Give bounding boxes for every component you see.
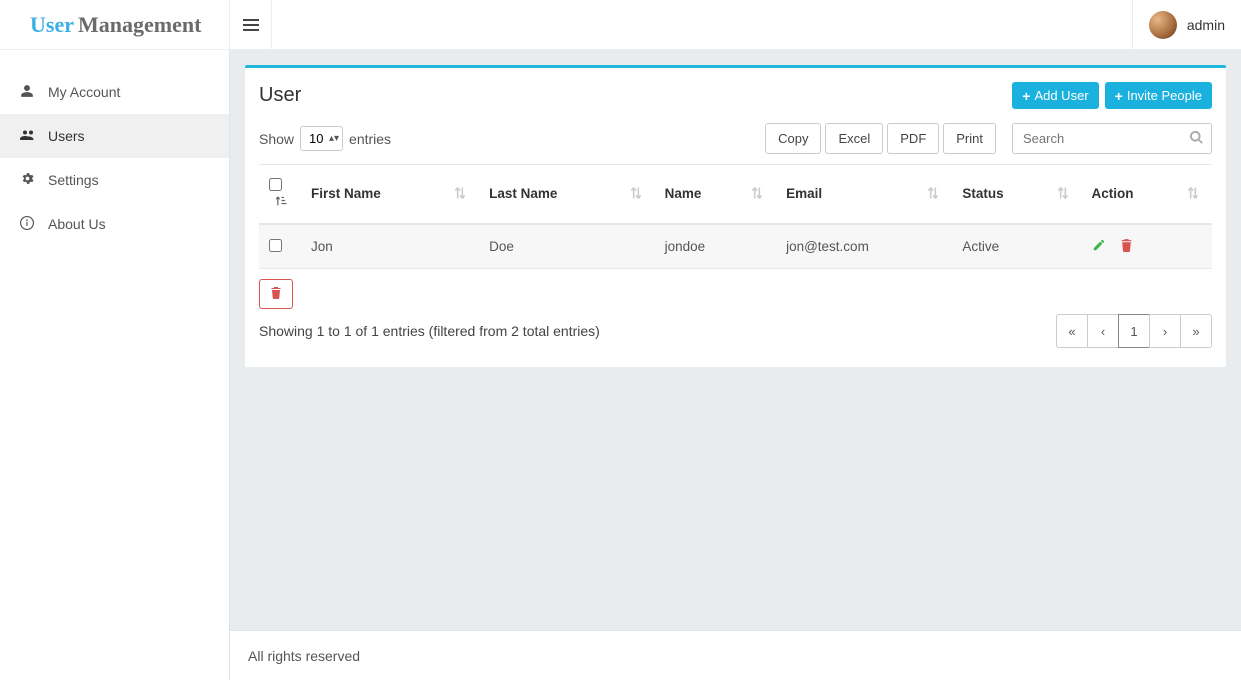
cell-username: jondoe [655,224,776,269]
top-header: User Management admin [0,0,1241,50]
user-menu[interactable]: admin [1132,0,1241,49]
plus-icon: + [1115,89,1123,103]
print-button[interactable]: Print [943,123,996,154]
add-user-label: Add User [1034,88,1088,103]
bulk-delete-button[interactable] [259,279,293,309]
username-label: admin [1187,17,1225,33]
page-number-button[interactable]: 1 [1118,314,1150,348]
table-toolbar: Show 10 ▴▾ entries Copy Excel PDF Print [245,123,1226,164]
cell-email: jon@test.com [776,224,952,269]
user-icon [20,84,42,101]
sidebar-item-label: Settings [48,172,99,188]
excel-button[interactable]: Excel [825,123,883,154]
search-input[interactable] [1012,123,1212,154]
page-first-button[interactable]: « [1056,314,1088,348]
sidebar-item-users[interactable]: Users [0,114,229,158]
copy-button[interactable]: Copy [765,123,821,154]
pdf-button[interactable]: PDF [887,123,939,154]
main-content: User + Add User + Invite People Show 10 [230,50,1241,630]
sidebar-item-settings[interactable]: Settings [0,158,229,202]
pagination: « ‹ 1 › » [1057,314,1212,348]
col-email: Email [776,165,952,225]
invite-people-label: Invite People [1127,88,1202,103]
table-row: Jon Doe jondoe jon@test.com Active [259,224,1212,269]
sort-icon[interactable] [928,186,938,203]
add-user-button[interactable]: + Add User [1012,82,1098,109]
page-prev-button[interactable]: ‹ [1087,314,1119,348]
trash-icon [270,287,282,302]
col-last-name: Last Name [479,165,655,225]
invite-people-button[interactable]: + Invite People [1105,82,1212,109]
plus-icon: + [1022,89,1030,103]
edit-icon[interactable] [1092,238,1106,255]
trash-icon[interactable] [1120,238,1133,255]
sidebar-item-label: About Us [48,216,106,232]
sidebar-item-label: Users [48,128,85,144]
sort-icon[interactable] [276,194,287,210]
hamburger-icon [243,19,259,31]
select-caret-icon: ▴▾ [329,136,339,142]
sort-icon[interactable] [1058,186,1068,203]
page-next-button[interactable]: › [1149,314,1181,348]
entries-label: entries [349,131,391,147]
header-spacer [272,0,1132,49]
table-info-text: Showing 1 to 1 of 1 entries (filtered fr… [259,309,614,353]
col-name: Name [655,165,776,225]
cell-first-name: Jon [301,224,479,269]
sidebar: My Account Users Settings About Us [0,50,230,680]
col-first-name: First Name [301,165,479,225]
sidebar-item-label: My Account [48,84,120,100]
footer: All rights reserved [230,630,1241,680]
sort-icon[interactable] [631,186,641,203]
col-status: Status [952,165,1081,225]
info-icon [20,216,42,233]
page-title: User [259,84,301,107]
sidebar-item-about-us[interactable]: About Us [0,202,229,246]
sidebar-item-my-account[interactable]: My Account [0,70,229,114]
cell-status: Active [952,224,1081,269]
sort-icon[interactable] [455,186,465,203]
footer-text: All rights reserved [248,648,360,664]
show-label: Show [259,131,294,147]
panel-header: User + Add User + Invite People [245,68,1226,123]
logo-word-management: Management [78,12,201,38]
logo: User Management [0,0,230,49]
menu-toggle-button[interactable] [230,0,272,49]
col-action: Action [1082,165,1212,225]
gear-icon [20,171,42,189]
sort-icon[interactable] [1188,186,1198,203]
search-icon [1189,130,1204,148]
cell-last-name: Doe [479,224,655,269]
page-last-button[interactable]: » [1180,314,1212,348]
logo-word-user: User [30,12,74,38]
select-all-checkbox[interactable] [269,178,282,191]
users-table: First Name Last Name Name Email Status A… [259,164,1212,269]
users-icon [20,128,42,145]
row-checkbox[interactable] [269,239,282,252]
avatar [1149,11,1177,39]
user-panel: User + Add User + Invite People Show 10 [245,65,1226,367]
sort-icon[interactable] [752,186,762,203]
